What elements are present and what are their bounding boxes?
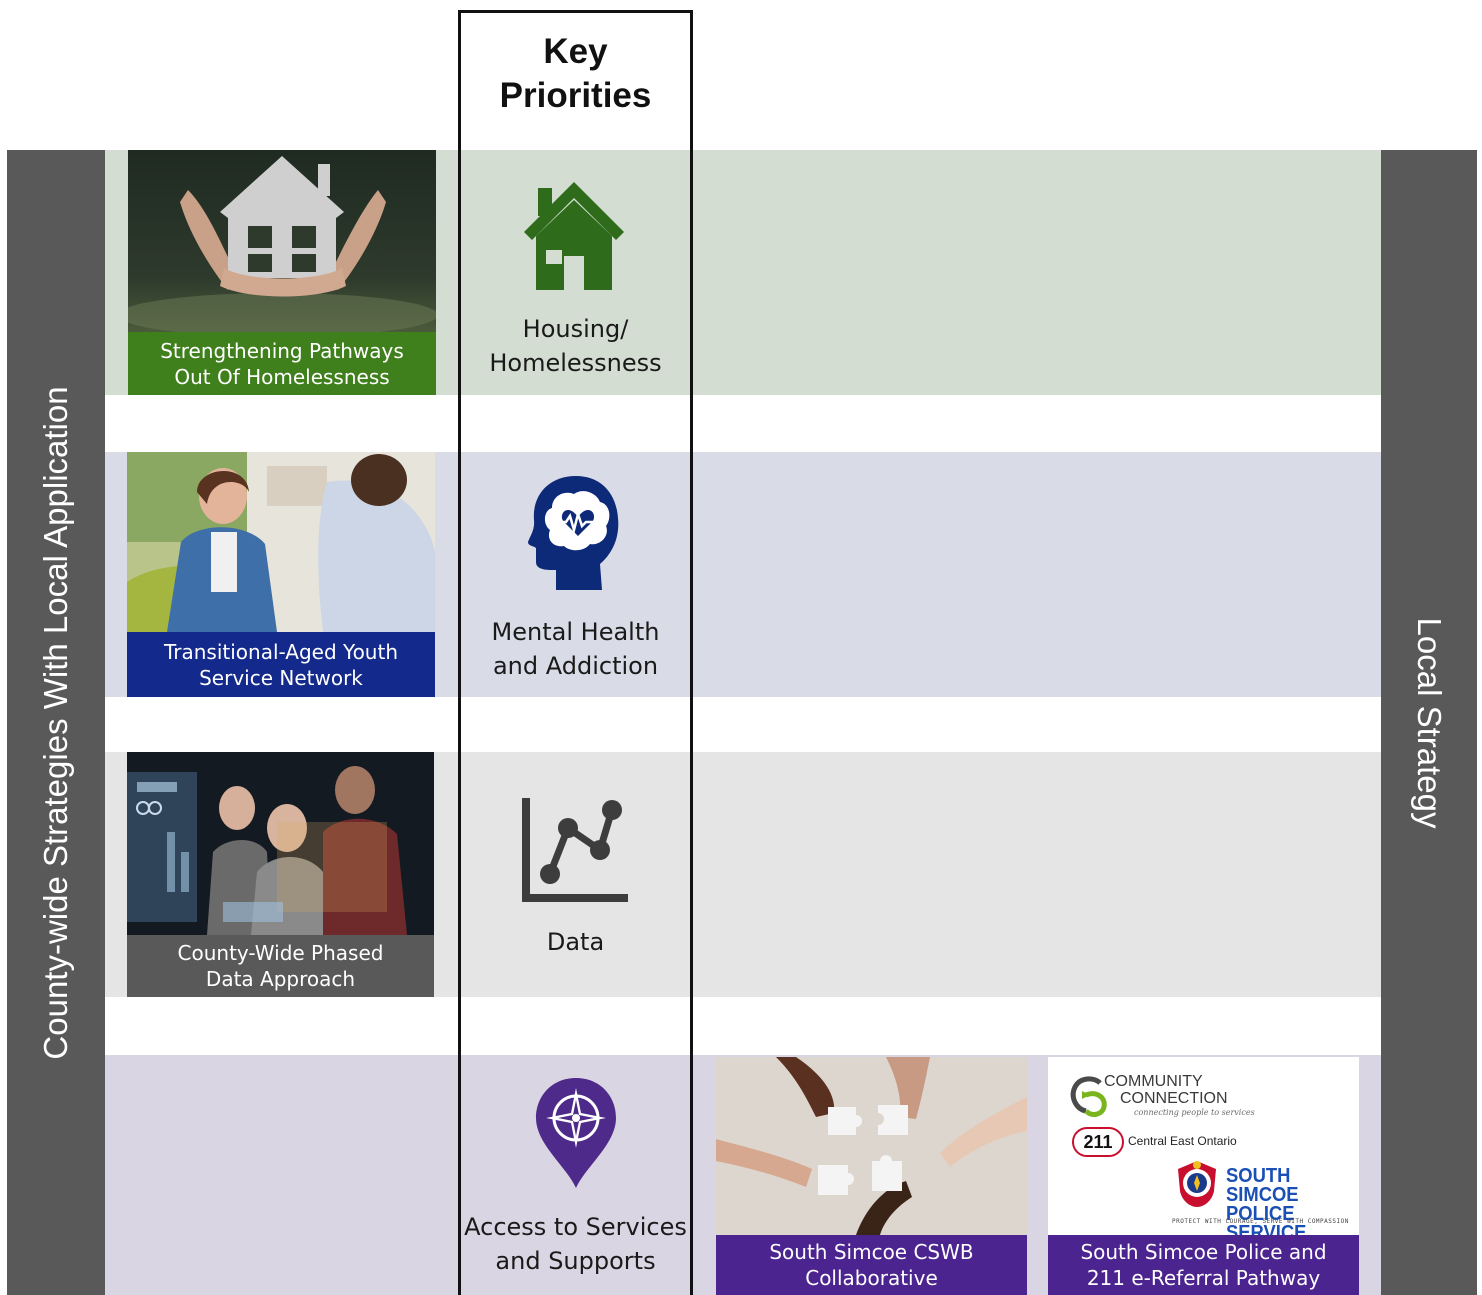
data-approach-card-caption: County-Wide Phased Data Approach	[127, 935, 434, 997]
police-motto: PROTECT WITH COURAGE, SERVE WITH COMPASS…	[1172, 1218, 1349, 1225]
access-priority-label: Access to Services and Supports	[464, 1213, 687, 1275]
homelessness-card-caption: Strengthening Pathways Out Of Homelessne…	[128, 332, 436, 395]
cswb-collaborative-card: South Simcoe CSWB Collaborative	[716, 1057, 1027, 1295]
data-approach-card: County-Wide Phased Data Approach	[127, 752, 434, 997]
e-referral-pathway-card: COMMUNITY CONNECTION connecting people t…	[1048, 1057, 1359, 1295]
team-data-screen-photo	[127, 752, 434, 935]
house-icon	[524, 182, 624, 290]
line-chart-icon	[522, 798, 628, 902]
local-strategy-bar: Local Strategy	[1381, 150, 1477, 1295]
homelessness-card: Strengthening Pathways Out Of Homelessne…	[128, 150, 436, 395]
puzzle-hands-photo	[716, 1057, 1027, 1235]
mental-health-priority-label: Mental Health and Addiction	[491, 618, 660, 680]
county-wide-strategies-bar: County-wide Strategies With Local Applic…	[7, 150, 105, 1295]
partner-logos-panel: COMMUNITY CONNECTION connecting people t…	[1048, 1057, 1359, 1243]
two-eleven-logo: 211	[1072, 1127, 1124, 1157]
data-priority-label: Data	[546, 928, 605, 956]
county-wide-strategies-label: County-wide Strategies With Local Applic…	[37, 385, 74, 1060]
housing-priority-label: Housing/ Homelessness	[489, 315, 662, 377]
community-connection-logo: COMMUNITY CONNECTION connecting people t…	[1104, 1073, 1255, 1117]
cswb-collaborative-card-caption: South Simcoe CSWB Collaborative	[716, 1235, 1027, 1295]
youth-conversation-photo	[127, 452, 435, 632]
youth-network-card-caption: Transitional-Aged Youth Service Network	[127, 632, 435, 697]
compass-pin-icon	[536, 1078, 616, 1188]
two-eleven-region: Central East Ontario	[1128, 1134, 1237, 1148]
hands-holding-house-photo	[128, 150, 436, 332]
key-priorities-title: Key Priorities	[499, 32, 652, 115]
youth-network-card: Transitional-Aged Youth Service Network	[127, 452, 435, 697]
south-simcoe-police-logo: SOUTH SIMCOE POLICE SERVICE	[1226, 1165, 1307, 1244]
e-referral-pathway-card-caption: South Simcoe Police and 211 e-Referral P…	[1048, 1235, 1359, 1295]
police-crest-icon	[1178, 1161, 1216, 1207]
brain-heart-icon	[528, 476, 619, 590]
local-strategy-label: Local Strategy	[1411, 617, 1448, 828]
